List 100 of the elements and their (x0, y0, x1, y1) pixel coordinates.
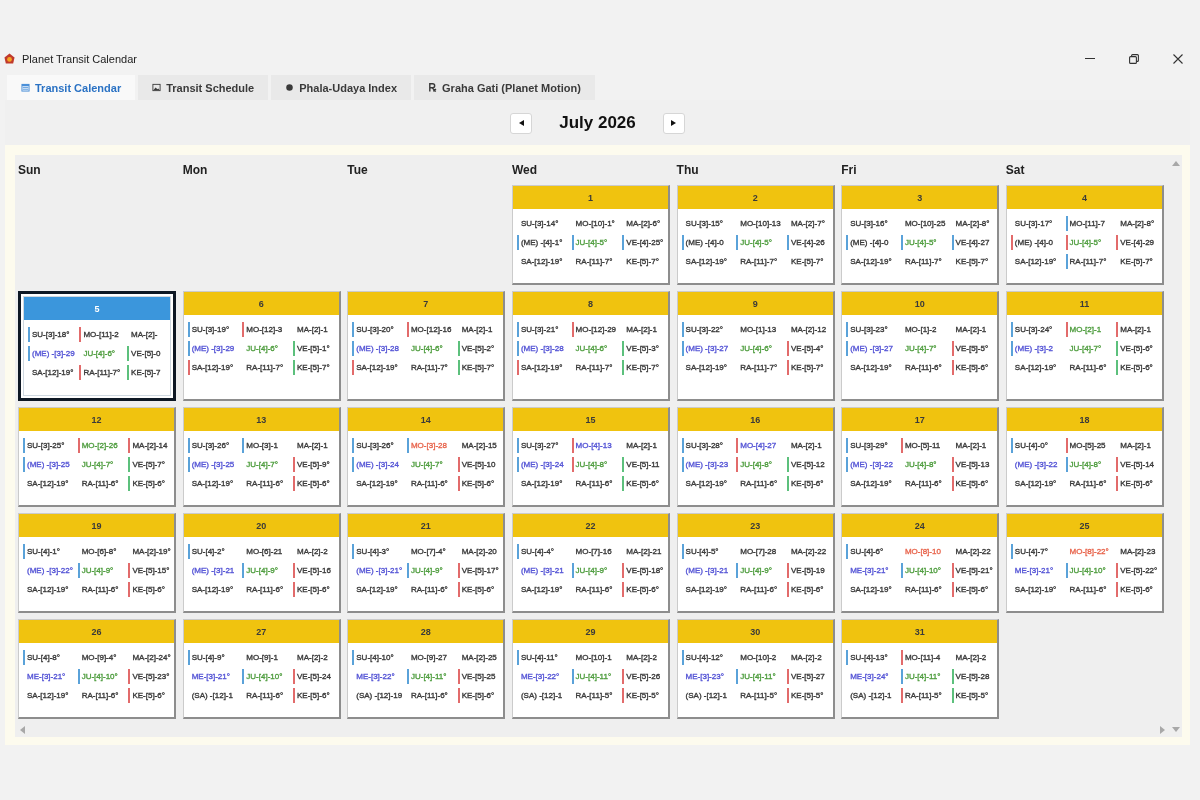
day-cell[interactable]: 27 SU-[4]-9° MO-[9]-1 MA-[2]-2 ME-[3]-21° JU-[4]-10° VE-[5]-24 (SA) -[12]-1 RA-[11]-6° KE-[5]-6° (182, 619, 341, 719)
date-header: 5 (24, 297, 171, 320)
transit-entry: KE-[5]-7° (790, 363, 824, 372)
day-cell[interactable]: 20 SU-[4]-2° MO-[6]-21 MA-[2]-2 (ME) -[3]-21 JU-[4]-9° VE-[5]-16 SA-[12]-19° RA-[11]-6° KE-[5]-6° (182, 513, 341, 613)
transit-entry: SU-[4]-3° (356, 547, 390, 556)
day-cell[interactable]: 8 SU-[3]-21° MO-[12]-29 MA-[2]-1 (ME) -[3]-28 JU-[4]-6° VE-[5]-3° SA-[12]-19° RA-[11]-7° KE-[5]-7° (511, 291, 671, 401)
transit-entry: RA-[11]-6° (1069, 479, 1107, 488)
transit-entry: KE-[5]-6° (297, 479, 330, 488)
scroll-up-icon[interactable] (1172, 161, 1180, 166)
transit-entry: MA-[2]-23 (1120, 547, 1156, 556)
transit-entry: SU-[4]-9° (191, 653, 225, 662)
transit-entry: VE-[5]-5° (955, 344, 989, 353)
day-cell[interactable]: 19 SU-[4]-1° MO-[6]-8° MA-[2]-19° (ME) -[3]-22° JU-[4]-9° VE-[5]-15° SA-[12]-19° RA-[11]-6° KE-[5]-6° (18, 513, 177, 613)
day-cell[interactable]: 29 SU-[4]-11° MO-[10]-1 MA-[2]-2 ME-[3]-22° JU-[4]-11° VE-[5]-26 (SA) -[12]-1 RA-[11]-5° KE-[5]-5° (511, 619, 671, 719)
day-cell[interactable]: 18 SU-[4]-0° MO-[5]-25 MA-[2]-1 (ME) -[3]-22 JU-[4]-8° VE-[5]-14 SA-[12]-19° RA-[11]-6° KE-[5]-6° (1005, 407, 1164, 507)
date-header: 22 (512, 514, 669, 537)
transit-entry: KE-[5]-7° (955, 257, 989, 266)
day-cell[interactable]: 1 SU-[3]-14° MO-[10]-1° MA-[2]-6° (ME) -[4]-1° JU-[4]-5° VE-[4]-25° SA-[12]-19° RA-[11]-7° KE-[5]-7° (511, 185, 671, 285)
transit-entry: SA-[12]-19° (685, 257, 727, 266)
next-month-button[interactable] (662, 112, 685, 134)
date-header: 26 (19, 620, 175, 643)
previous-month-button[interactable] (510, 112, 533, 134)
transit-entry: SA-[12]-19° (850, 479, 892, 488)
day-cell[interactable]: 21 SU-[4]-3° MO-[7]-4° MA-[2]-20 (ME) -[3]-21° JU-[4]-9° VE-[5]-17° SA-[12]-19° RA-[11]-6° KE-[5]-6° (347, 513, 506, 613)
transit-entry: VE-[5]-27 (790, 672, 825, 681)
day-cell[interactable]: 22 SU-[4]-4° MO-[7]-16 MA-[2]-21 (ME) -[3]-21 JU-[4]-9° VE-[5]-18° SA-[12]-19° RA-[11]-6° KE-[5]-6° (511, 513, 671, 613)
transit-entry: ME-[3]-21° (1014, 566, 1054, 575)
day-cell[interactable]: 14 SU-[3]-26° MO-[3]-28 MA-[2]-15 (ME) -[3]-24 JU-[4]-7° VE-[5]-10 SA-[12]-19° RA-[11]-6° KE-[5]-6° (347, 407, 506, 507)
scroll-left-icon[interactable] (20, 725, 25, 734)
day-cell[interactable]: 13 SU-[3]-26° MO-[3]-1 MA-[2]-1 (ME) -[3]-25 JU-[4]-7° VE-[5]-9° SA-[12]-19° RA-[11]-6° KE-[5]-6° (182, 407, 341, 507)
transit-entry: MO-[10]-2 (740, 653, 777, 662)
transit-entry: RA-[11]-6° (81, 585, 119, 594)
day-cell[interactable]: 5 SU-[3]-18° MO-[11]-2 MA-[2]- (ME) -[3]-29 JU-[4]-6° VE-[5]-0 SA-[12]-19° RA-[11]-7° KE-[5]-7 (18, 291, 177, 401)
transit-entry: SA-[12]-19° (27, 691, 69, 700)
transit-entry: JU-[4]-5° (740, 238, 772, 247)
day-cell[interactable]: 9 SU-[3]-22° MO-[1]-13 MA-[2]-12 (ME) -[3]-27 JU-[4]-6° VE-[5]-4° SA-[12]-19° RA-[11]-7° KE-[5]-7° (676, 291, 835, 401)
transit-entry: MO-[12]-3 (246, 325, 283, 334)
transit-entry: JU-[4]-5° (575, 238, 608, 247)
day-cell[interactable]: 17 SU-[3]-29° MO-[5]-11 MA-[2]-1 (ME) -[3]-22 JU-[4]-8° VE-[5]-13 SA-[12]-19° RA-[11]-6° KE-[5]-6° (841, 407, 1000, 507)
scroll-down-icon[interactable] (1172, 727, 1180, 732)
date-header: 15 (512, 408, 669, 431)
transit-entry: JU-[4]-11° (904, 672, 941, 681)
transit-entry: VE-[5]-13 (955, 460, 990, 469)
transit-entry: JU-[4]-9° (81, 566, 114, 575)
tab[interactable]: Phala-Udaya Index (271, 75, 412, 100)
date-header: 13 (183, 408, 339, 431)
transit-entry: SA-[12]-19° (850, 363, 892, 372)
day-cell[interactable]: 10 SU-[3]-23° MO-[1]-2 MA-[2]-1 (ME) -[3]-27 JU-[4]-7° VE-[5]-5° SA-[12]-19° RA-[11]-6° KE-[5]-6° (841, 291, 1000, 401)
transit-entry: (ME) -[3]-25 (27, 460, 70, 469)
transit-entry: JU-[4]-7° (1069, 344, 1102, 353)
dot-icon (285, 83, 295, 92)
day-cell[interactable]: 28 SU-[4]-10° MO-[9]-27 MA-[2]-25 ME-[3]-22° JU-[4]-11° VE-[5]-25 (SA) -[12]-19 RA-[11]-6° KE-[5]-6° (347, 619, 506, 719)
day-cell[interactable]: 11 SU-[3]-24° MO-[2]-1 MA-[2]-1 (ME) -[3]-2 JU-[4]-7° VE-[5]-6° SA-[12]-19° RA-[11]-6° KE-[5]-6° (1005, 291, 1164, 401)
transit-entry: VE-[4]-26 (790, 238, 825, 247)
day-cell[interactable]: 3 SU-[3]-16° MO-[10]-25 MA-[2]-8° (ME) -[4]-0 JU-[4]-5° VE-[4]-27 SA-[12]-19° RA-[11]-7° KE-[5]-7° (841, 185, 1000, 285)
tab[interactable]: Transit Schedule (138, 75, 269, 100)
transit-entry: JU-[4]-10° (1069, 566, 1106, 575)
transit-entry: JU-[4]-9° (410, 566, 443, 575)
transit-entry: (ME) -[4]-0 (850, 238, 889, 247)
date-header: 3 (842, 186, 998, 209)
day-cell[interactable]: 6 SU-[3]-19° MO-[12]-3 MA-[2]-1 (ME) -[3]-29 JU-[4]-6° VE-[5]-1° SA-[12]-19° RA-[11]-7° KE-[5]-7° (182, 291, 341, 401)
day-cell[interactable]: 2 SU-[3]-15° MO-[10]-13 MA-[2]-7° (ME) -[4]-0 JU-[4]-5° VE-[4]-26 SA-[12]-19° RA-[11]-7° KE-[5]-7° (676, 185, 835, 285)
transit-entry: SU-[3]-17° (1014, 219, 1053, 228)
day-cell[interactable]: 12 SU-[3]-25° MO-[2]-26 MA-[2]-14 (ME) -[3]-25 JU-[4]-7° VE-[5]-7° SA-[12]-19° RA-[11]-6° KE-[5]-6° (18, 407, 177, 507)
transit-entry: MA-[2]-15 (461, 441, 497, 450)
day-cell[interactable]: 16 SU-[3]-28° MO-[4]-27 MA-[2]-1 (ME) -[3]-23 JU-[4]-8° VE-[5]-12 SA-[12]-19° RA-[11]-6° KE-[5]-6° (676, 407, 835, 507)
transit-entry: VE-[4]-27 (955, 238, 990, 247)
transit-entry: KE-[5]-6° (132, 691, 165, 700)
transit-entry: VE-[5]-28 (955, 672, 990, 681)
transit-entry: (ME) -[3]-27 (850, 344, 893, 353)
date-header: 12 (19, 408, 175, 431)
transit-entry: MA-[2]-21 (626, 547, 662, 556)
transit-entry: JU-[4]-11° (575, 672, 612, 681)
transit-entry: MA-[2]-25 (461, 653, 497, 662)
scroll-right-icon[interactable] (1160, 725, 1165, 734)
day-cell[interactable]: 25 SU-[4]-7° MO-[8]-22° MA-[2]-23 ME-[3]-21° JU-[4]-10° VE-[5]-22° SA-[12]-19° RA-[11]-6° KE-[5]-6° (1005, 513, 1164, 613)
day-cell[interactable]: 15 SU-[3]-27° MO-[4]-13 MA-[2]-1 (ME) -[3]-24 JU-[4]-8° VE-[5]-11 SA-[12]-19° RA-[11]-6° KE-[5]-6° (511, 407, 671, 507)
day-cell[interactable]: 30 SU-[4]-12° MO-[10]-2 MA-[2]-2 ME-[3]-23° JU-[4]-11° VE-[5]-27 (SA) -[12]-1 RA-[11]-5° KE-[5]-5° (676, 619, 835, 719)
day-cell[interactable]: 26 SU-[4]-8° MO-[9]-4° MA-[2]-24° ME-[3]-21° JU-[4]-10° VE-[5]-23° SA-[12]-19° RA-[11]-6° KE-[5]-6° (18, 619, 177, 719)
transit-entry: RA-[11]-7° (1069, 257, 1107, 266)
tab[interactable]: Transit Calendar (7, 75, 136, 100)
day-cell[interactable]: 24 SU-[4]-6° MO-[8]-10 MA-[2]-22 ME-[3]-21° JU-[4]-10° VE-[5]-21° SA-[12]-19° RA-[11]-6° KE-[5]-6° (841, 513, 1000, 613)
transit-entry: (ME) -[3]-22° (27, 566, 73, 575)
day-cell[interactable]: 23 SU-[4]-5° MO-[7]-28 MA-[2]-22 (ME) -[3]-21 JU-[4]-9° VE-[5]-19 SA-[12]-19° RA-[11]-6° KE-[5]-6° (676, 513, 835, 613)
tab[interactable]: Graha Gati (Planet Motion) (414, 75, 595, 100)
day-cell[interactable]: 4 SU-[3]-17° MO-[11]-7 MA-[2]-8° (ME) -[4]-0 JU-[4]-5° VE-[4]-29 SA-[12]-19° RA-[11]-7° KE-[5]-7° (1005, 185, 1164, 285)
transit-entry: SU-[4]-2° (191, 547, 225, 556)
transit-entry: RA-[11]-7° (904, 257, 942, 266)
transit-entry: KE-[5]-6° (955, 585, 989, 594)
transit-entry: SU-[3]-25° (27, 441, 65, 450)
date-header: 30 (677, 620, 833, 643)
transit-entry: VE-[4]-29 (1120, 238, 1155, 247)
day-cell[interactable]: 31 SU-[4]-13° MO-[11]-4 MA-[2]-2 ME-[3]-24° JU-[4]-11° VE-[5]-28 (SA) -[12]-1 RA-[11]-5° KE-[5]-5° (841, 619, 1000, 719)
transit-entry: JU-[4]-6° (246, 344, 278, 353)
date-header: 31 (842, 620, 998, 643)
transit-entry: VE-[5]-21° (955, 566, 993, 575)
date-header: 25 (1006, 514, 1162, 537)
day-cell[interactable]: 7 SU-[3]-20° MO-[12]-16 MA-[2]-1 (ME) -[3]-28 JU-[4]-6° VE-[5]-2° SA-[12]-19° RA-[11]-7° KE-[5]-7° (347, 291, 506, 401)
date-header: 21 (348, 514, 504, 537)
transit-entry: ME-[3]-22° (520, 672, 560, 681)
